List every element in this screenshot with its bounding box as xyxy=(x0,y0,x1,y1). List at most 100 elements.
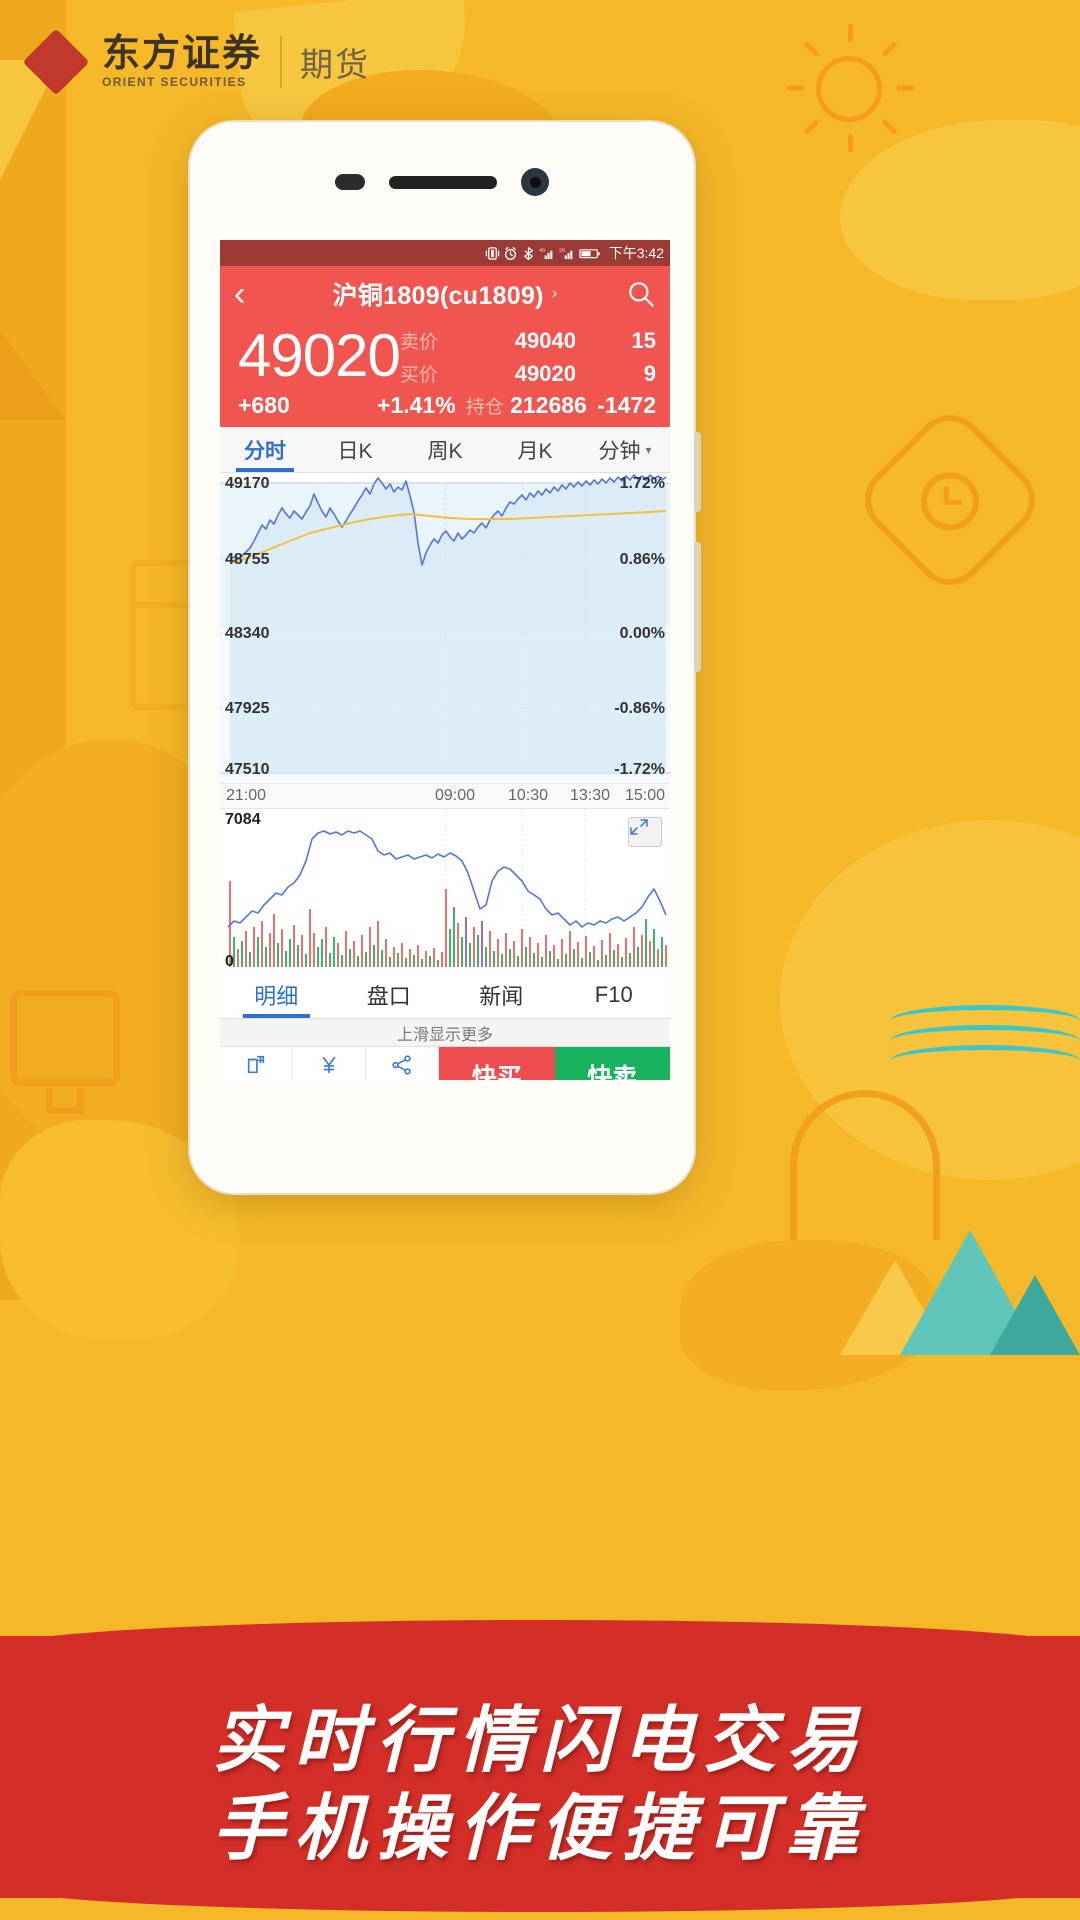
phone-speaker-icon xyxy=(389,176,497,189)
action-bar: 加自选 交易 分享 快买 快卖 xyxy=(220,1047,670,1080)
phone-side-button-power xyxy=(694,542,701,672)
orient-securities-logo-icon xyxy=(28,34,84,90)
tab-pankou-label: 盘口 xyxy=(367,979,411,1011)
brand-name-cn: 东方证券 xyxy=(102,35,262,75)
chart-period-tabs: 分时 日K 周K 月K 分钟 ▾ xyxy=(220,427,670,473)
bid-ask-table: 卖价 49040 15 买价 49020 9 xyxy=(400,324,656,390)
tab-daily-k-label: 日K xyxy=(337,435,372,465)
wave-icon xyxy=(890,1005,1080,1075)
last-price: 49020 xyxy=(238,324,400,387)
brand-subtitle: 期货 xyxy=(300,38,370,86)
bluetooth-icon xyxy=(521,246,536,261)
quick-sell-button[interactable]: 快卖 xyxy=(555,1047,671,1080)
gear-icon xyxy=(851,401,1049,599)
price-axis-label-4: 47925 xyxy=(225,700,270,718)
tab-f10[interactable]: F10 xyxy=(558,971,671,1018)
phone-top-bezel xyxy=(190,122,694,242)
share-button[interactable]: 分享 xyxy=(366,1047,439,1080)
price-change: +680 xyxy=(238,392,349,419)
signal2-icon: 2G xyxy=(559,246,576,261)
tab-monthly-k-label: 月K xyxy=(517,435,552,465)
open-interest-value: 212686 xyxy=(510,392,593,419)
tab-news-label: 新闻 xyxy=(479,979,523,1011)
change-row: +680 +1.41% 持仓 212686 -1472 xyxy=(220,390,670,427)
monitor-stand-icon xyxy=(46,1088,84,1114)
trade-button[interactable]: 交易 xyxy=(293,1047,366,1080)
bg-triangle-b xyxy=(0,330,66,420)
slide-hint: 上滑显示更多 xyxy=(220,1019,670,1047)
phone-mockup: 4G 2G 下午3:42 xyxy=(188,120,696,1195)
monitor-icon xyxy=(10,990,120,1086)
promo-banner: 实时行情闪电交易 手机操作便捷可靠 xyxy=(0,1590,1080,1920)
alarm-icon xyxy=(503,246,518,261)
phone-sensor-icon xyxy=(335,174,365,190)
ask-price: 49040 xyxy=(462,328,582,354)
pct-axis-label-2: 0.86% xyxy=(620,551,665,569)
add-watchlist-button[interactable]: 加自选 xyxy=(220,1047,293,1080)
status-bar: 4G 2G 下午3:42 xyxy=(220,240,670,266)
price-axis-label-5: 47510 xyxy=(225,761,270,779)
brand-name-en: ORIENT SECURITIES xyxy=(102,75,262,89)
bid-label: 买价 xyxy=(400,360,462,387)
tab-weekly-k[interactable]: 周K xyxy=(400,427,490,472)
price-chart[interactable]: 49170 48755 48340 47925 47510 1.72% 0.86… xyxy=(220,473,670,783)
tab-mingxi[interactable]: 明细 xyxy=(220,971,333,1018)
ask-volume: 15 xyxy=(582,328,656,354)
mountain-icon-3 xyxy=(990,1275,1080,1355)
expand-chart-button[interactable] xyxy=(628,817,662,847)
banner-text: 实时行情闪电交易 手机操作便捷可靠 xyxy=(0,1696,1080,1872)
banner-line-1: 实时行情闪电交易 xyxy=(0,1696,1080,1784)
page-title-text: 沪铜1809(cu1809) xyxy=(333,276,544,312)
brand-text: 东方证券 ORIENT SECURITIES xyxy=(102,35,262,89)
open-interest-label: 持仓 xyxy=(456,392,510,419)
pct-axis-label-3: 0.00% xyxy=(620,625,665,643)
volume-chart[interactable]: 7084 0 xyxy=(220,809,670,971)
tab-fenshi-label: 分时 xyxy=(244,435,286,465)
phone-screen: 4G 2G 下午3:42 xyxy=(220,240,670,1080)
tab-pankou[interactable]: 盘口 xyxy=(333,971,446,1018)
pct-axis-label-1: 1.72% xyxy=(620,475,665,493)
price-axis-label-3: 48340 xyxy=(225,625,270,643)
time-axis-label-1: 21:00 xyxy=(226,787,266,805)
brand-header: 东方证券 ORIENT SECURITIES 期货 xyxy=(28,34,370,90)
pct-axis-label-5: -1.72% xyxy=(614,761,665,779)
price-chart-svg xyxy=(220,473,670,783)
brand-divider xyxy=(280,36,282,88)
add-watchlist-icon xyxy=(245,1054,267,1076)
signal-icon: 4G xyxy=(539,246,556,261)
tab-news[interactable]: 新闻 xyxy=(445,971,558,1018)
price-axis-label-1: 49170 xyxy=(225,475,270,493)
share-label: 分享 xyxy=(387,1078,417,1081)
price-change-percent: +1.41% xyxy=(349,392,456,419)
quick-buy-button[interactable]: 快买 xyxy=(439,1047,555,1080)
time-axis-label-5: 15:00 xyxy=(625,787,665,805)
time-axis-label-3: 10:30 xyxy=(508,787,548,805)
tab-daily-k[interactable]: 日K xyxy=(310,427,400,472)
quote-header: ‹ 沪铜1809(cu1809) › 49020 卖价 49040 15 xyxy=(220,266,670,427)
phone-camera-icon xyxy=(521,168,549,196)
volume-axis-max: 7084 xyxy=(225,811,261,829)
tab-fenshi[interactable]: 分时 xyxy=(220,427,310,472)
status-bar-icons: 4G 2G xyxy=(485,246,601,261)
ask-label: 卖价 xyxy=(400,327,462,354)
time-axis: 21:00 09:00 10:30 13:30 15:00 xyxy=(220,783,670,809)
svg-text:2G: 2G xyxy=(559,247,566,252)
status-bar-time: 下午3:42 xyxy=(609,243,664,263)
add-watchlist-label: 加自选 xyxy=(233,1078,278,1081)
yuan-icon xyxy=(318,1054,340,1076)
price-axis-label-2: 48755 xyxy=(225,551,270,569)
pct-axis-label-4: -0.86% xyxy=(614,700,665,718)
volume-chart-svg xyxy=(220,809,670,971)
svg-text:4G: 4G xyxy=(539,247,546,252)
expand-icon xyxy=(629,818,649,836)
detail-tabs: 明细 盘口 新闻 F10 xyxy=(220,971,670,1019)
page-title[interactable]: 沪铜1809(cu1809) › xyxy=(220,276,670,312)
tab-minute[interactable]: 分钟 ▾ xyxy=(580,427,670,472)
bid-volume: 9 xyxy=(582,361,656,387)
bid-row: 买价 49020 9 xyxy=(400,357,656,390)
quote-summary: 49020 卖价 49040 15 买价 49020 9 xyxy=(220,322,670,390)
chevron-down-icon: ▾ xyxy=(645,443,651,457)
tab-f10-label: F10 xyxy=(595,982,633,1008)
tab-monthly-k[interactable]: 月K xyxy=(490,427,580,472)
nav-bar: ‹ 沪铜1809(cu1809) › xyxy=(220,266,670,322)
